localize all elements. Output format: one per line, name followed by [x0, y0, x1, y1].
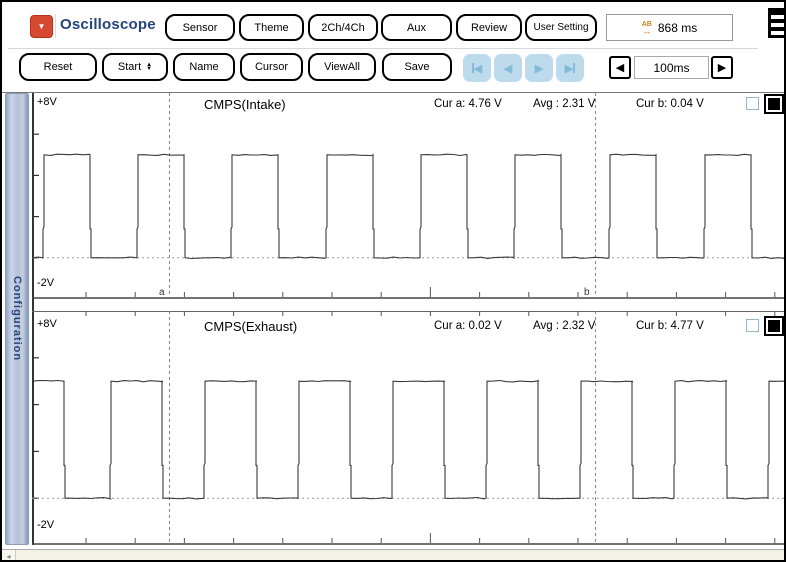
go-previous-button[interactable]: ◀: [494, 54, 522, 82]
review-button[interactable]: Review: [456, 14, 522, 41]
channel-1-cursor-a-value: Cur a: 4.76 V: [434, 98, 502, 110]
previous-icon: ◀: [504, 62, 512, 75]
channel-2-checkbox[interactable]: [746, 319, 759, 332]
cursor-a-label[interactable]: a: [159, 287, 165, 298]
configuration-tab[interactable]: Configuration: [5, 93, 29, 545]
go-last-button[interactable]: ▶: [556, 54, 584, 82]
next-icon: ▶: [535, 62, 543, 75]
scroll-left-button[interactable]: ◂: [2, 550, 16, 562]
start-spinner-icon: ▲▼: [146, 63, 152, 71]
channel-2-cursor-a-value: Cur a: 0.02 V: [434, 320, 502, 332]
go-next-button[interactable]: ▶: [525, 54, 553, 82]
timebase-decrease-button[interactable]: ◀: [609, 56, 631, 79]
channel-2-cursor-b-value: Cur b: 4.77 V: [636, 320, 704, 332]
dropdown-icon: ▼: [38, 22, 46, 31]
aux-button[interactable]: Aux: [381, 14, 452, 41]
save-button[interactable]: Save: [382, 53, 452, 81]
channel-2-vmax-label: +8V: [37, 318, 57, 330]
list-menu-icon[interactable]: [768, 8, 786, 38]
start-button[interactable]: Start ▲▼: [102, 53, 168, 81]
channel-1-cursor-b-value: Cur b: 0.04 V: [636, 98, 704, 110]
scroll-left-icon: ◂: [6, 552, 10, 561]
go-first-button[interactable]: ◀: [463, 54, 491, 82]
trigger-time-display: AB↔ 868 ms: [606, 14, 733, 41]
channel-1-avg-value: Avg : 2.31 V: [533, 98, 595, 110]
oscilloscope-window: ▼ Oscilloscope Sensor Theme 2Ch/4Ch Aux …: [0, 0, 786, 562]
channel-2-vmin-label: -2V: [37, 519, 54, 531]
theme-button[interactable]: Theme: [239, 14, 304, 41]
page-title: Oscilloscope: [60, 16, 156, 33]
channel-2-maximize-button[interactable]: [764, 316, 784, 336]
channel-1-plot[interactable]: [32, 93, 784, 299]
channel-2-panel: +8V CMPS(Exhaust) Cur a: 0.02 V Avg : 2.…: [32, 311, 784, 545]
trigger-time-value: 868 ms: [658, 21, 697, 35]
reset-button[interactable]: Reset: [19, 53, 97, 81]
configuration-tab-label: Configuration: [11, 276, 23, 361]
timebase-value: 100ms: [634, 56, 709, 79]
last-icon: ▶: [565, 62, 573, 75]
left-arrow-icon: ◀: [616, 61, 624, 74]
titlebar-divider: [55, 14, 56, 38]
channel-1-maximize-button[interactable]: [764, 94, 784, 114]
channel-2-title: CMPS(Exhaust): [204, 319, 297, 334]
ab-measure-icon: AB↔: [642, 22, 652, 34]
first-icon: ◀: [474, 62, 482, 75]
cursor-button[interactable]: Cursor: [240, 53, 303, 81]
channel-2-avg-value: Avg : 2.32 V: [533, 320, 595, 332]
channel-mode-button[interactable]: 2Ch/4Ch: [308, 14, 378, 41]
horizontal-scrollbar[interactable]: ◂: [2, 549, 784, 562]
titlebar-separator: [8, 48, 758, 49]
sensor-button[interactable]: Sensor: [165, 14, 235, 41]
viewall-button[interactable]: ViewAll: [308, 53, 376, 81]
channel-2-plot[interactable]: [32, 311, 784, 545]
last-bar-icon: [573, 63, 575, 73]
user-setting-button[interactable]: User Setting: [525, 14, 597, 41]
right-arrow-icon: ▶: [718, 61, 726, 74]
app-menu-button[interactable]: ▼: [30, 15, 53, 38]
timebase-increase-button[interactable]: ▶: [711, 56, 733, 79]
cursor-b-label[interactable]: b: [584, 287, 590, 298]
channel-1-checkbox[interactable]: [746, 97, 759, 110]
channel-1-title: CMPS(Intake): [204, 97, 286, 112]
channel-1-panel: +8V CMPS(Intake) Cur a: 4.76 V Avg : 2.3…: [32, 93, 784, 299]
channel-1-vmax-label: +8V: [37, 96, 57, 108]
name-button[interactable]: Name: [173, 53, 235, 81]
channel-1-vmin-label: -2V: [37, 277, 54, 289]
